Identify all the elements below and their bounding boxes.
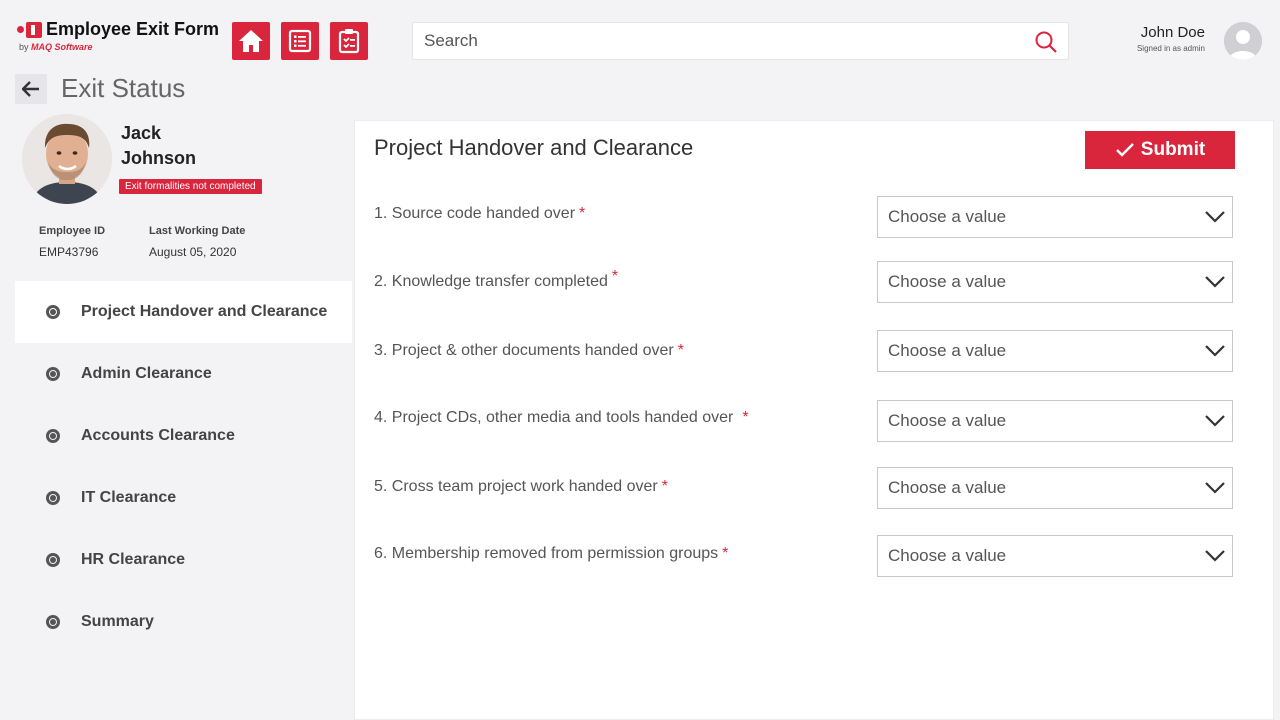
vendor-name: MAQ Software [31,42,93,52]
sidebar-item-label: IT Clearance [81,489,177,506]
app-header: Employee Exit Form by MAQ Software John … [0,0,1280,80]
home-button[interactable] [232,22,270,60]
sidebar-item-label: Project Handover and Clearance [81,303,328,320]
question-text: 5. Cross team project work handed over [374,478,658,495]
clipboard-button[interactable] [330,22,368,60]
arrow-left-icon [22,81,39,97]
documents-select[interactable]: Choose a value [877,330,1233,372]
employee-id-value: EMP43796 [39,245,99,259]
brand: Employee Exit Form by MAQ Software [17,19,219,52]
question-label: 2. Knowledge transfer completed * [374,268,618,291]
select-value: Choose a value [888,341,1007,360]
knowledge-transfer-select[interactable]: Choose a value [877,261,1233,303]
question-label: 3. Project & other documents handed over… [374,342,684,360]
select-value: Choose a value [888,272,1007,291]
submit-button[interactable]: Submit [1085,131,1235,169]
sidebar-item-label: Accounts Clearance [81,427,235,444]
search-input[interactable] [413,23,1013,59]
clearance-nav: Project Handover and Clearance Admin Cle… [15,281,352,653]
radio-icon [46,305,60,319]
required-asterisk: * [579,205,586,222]
employee-photo [22,114,112,204]
user-name: John Doe [1140,24,1205,41]
select-value: Choose a value [888,478,1007,497]
question-label: 6. Membership removed from permission gr… [374,545,728,563]
sidebar-item-hr-clearance[interactable]: HR Clearance [15,529,352,591]
employee-name: Jack Johnson [121,121,196,171]
chevron-down-icon [1205,550,1225,562]
employee-first-name: Jack [121,123,162,143]
last-working-date-label: Last Working Date [149,225,246,237]
required-asterisk: * [661,478,668,495]
sidebar-item-admin-clearance[interactable]: Admin Clearance [15,343,352,405]
radio-icon [46,553,60,567]
chevron-down-icon [1205,345,1225,357]
sidebar-item-label: Summary [81,613,154,630]
question-text: 1. Source code handed over [374,205,576,222]
last-working-date-value: August 05, 2020 [149,245,237,259]
select-value: Choose a value [888,411,1007,430]
clipboard-icon [338,29,360,54]
question-label: 4. Project CDs, other media and tools ha… [374,409,749,427]
back-button[interactable] [15,74,47,104]
chevron-down-icon [1205,276,1225,288]
source-code-select[interactable]: Choose a value [877,196,1233,238]
required-asterisk: * [722,545,729,562]
user-role: Signed in as admin [1136,44,1205,53]
radio-icon [46,429,60,443]
chevron-down-icon [1205,415,1225,427]
employee-last-name: Johnson [121,148,196,168]
brand-subtitle: by MAQ Software [19,42,219,52]
brand-logo-icon [17,21,42,38]
sidebar-item-project-handover[interactable]: Project Handover and Clearance [15,281,352,343]
select-value: Choose a value [888,207,1007,226]
page-title: Exit Status [61,73,186,103]
question-text: 3. Project & other documents handed over [374,342,674,359]
status-badge: Exit formalities not completed [119,179,262,194]
radio-icon [46,615,60,629]
question-text: 4. Project CDs, other media and tools ha… [374,409,734,426]
cross-team-select[interactable]: Choose a value [877,467,1233,509]
question-text: 6. Membership removed from permission gr… [374,545,719,562]
required-asterisk: * [677,342,684,359]
radio-icon [46,367,60,381]
sidebar-item-label: HR Clearance [81,551,186,568]
permission-groups-select[interactable]: Choose a value [877,535,1233,577]
search-box [412,22,1069,60]
question-label: 1. Source code handed over * [374,205,585,223]
sidebar-item-label: Admin Clearance [81,365,212,382]
home-icon [239,30,263,52]
media-tools-select[interactable]: Choose a value [877,400,1233,442]
chevron-down-icon [1205,211,1225,223]
app-title: Employee Exit Form [46,19,220,39]
required-asterisk: * [742,409,749,426]
search-icon[interactable] [1034,30,1058,59]
checkmark-icon [1115,143,1134,157]
user-info: John Doe Signed in as admin [1137,24,1205,53]
form-panel: Project Handover and Clearance Submit 1.… [354,120,1274,720]
list-icon [288,29,312,53]
sidebar-item-accounts-clearance[interactable]: Accounts Clearance [15,405,352,467]
radio-icon [46,491,60,505]
sidebar-item-summary[interactable]: Summary [15,591,352,653]
user-avatar[interactable] [1224,22,1262,60]
required-asterisk: * [611,268,619,285]
chevron-down-icon [1205,482,1225,494]
employee-id-label: Employee ID [39,225,106,237]
brand-by: by [19,42,29,52]
form-title: Project Handover and Clearance [374,135,694,160]
submit-label: Submit [1140,139,1206,160]
question-text: 2. Knowledge transfer completed [374,273,608,290]
list-button[interactable] [281,22,319,60]
sidebar-item-it-clearance[interactable]: IT Clearance [15,467,352,529]
select-value: Choose a value [888,546,1007,565]
question-label: 5. Cross team project work handed over * [374,478,668,496]
